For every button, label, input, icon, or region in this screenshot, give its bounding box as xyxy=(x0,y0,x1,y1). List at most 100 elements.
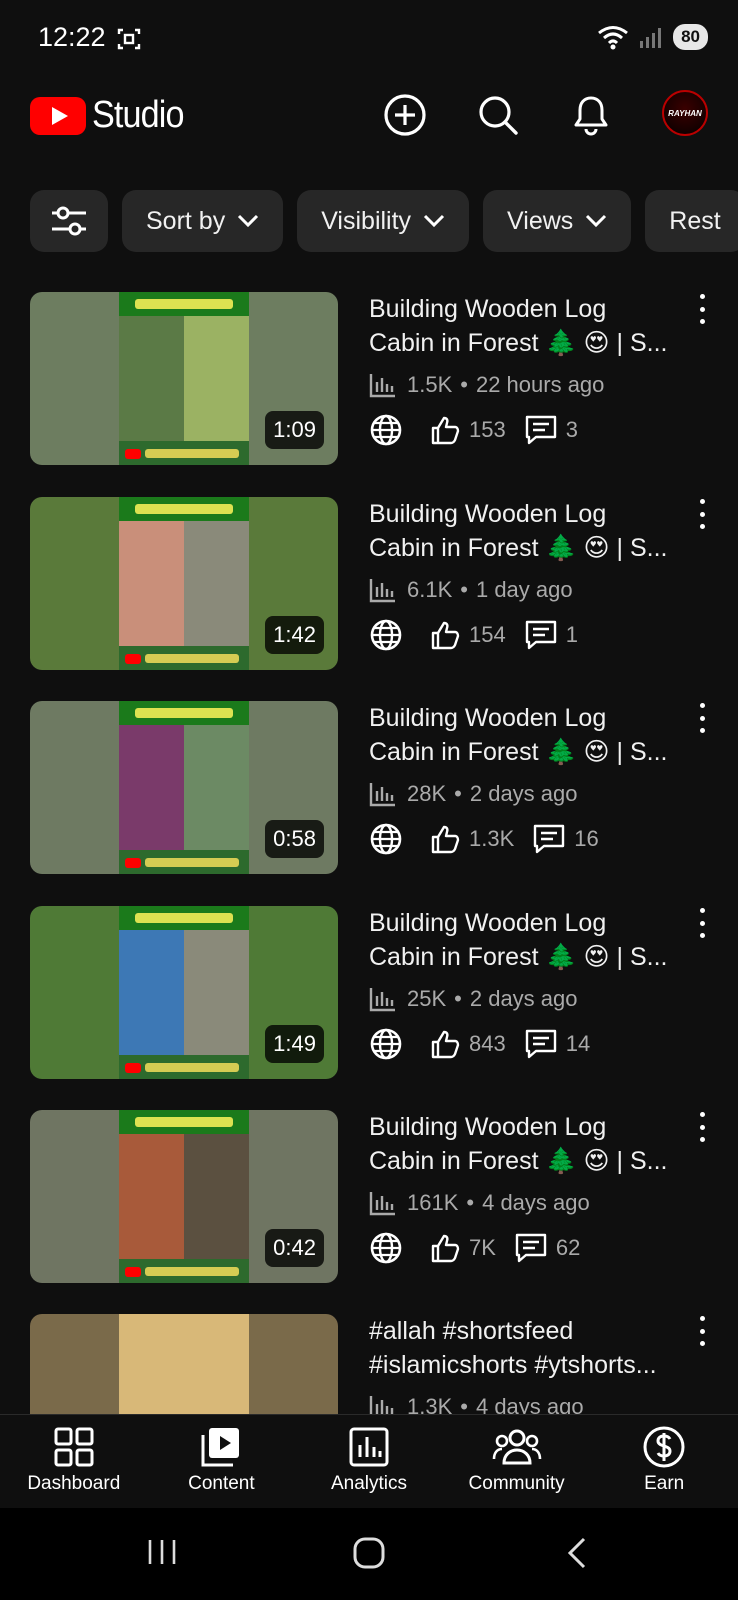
status-icons: 80 xyxy=(597,24,708,50)
comment-icon xyxy=(525,620,556,650)
chip-label: Rest xyxy=(669,206,721,235)
home-icon[interactable] xyxy=(352,1536,386,1570)
dashboard-icon xyxy=(54,1427,94,1467)
view-count: 1.5K xyxy=(407,372,453,397)
more-options-button[interactable] xyxy=(690,1112,714,1142)
thumbs-up-icon xyxy=(431,621,460,650)
like-count: 154 xyxy=(469,622,506,647)
thumbnail-image xyxy=(119,292,249,465)
views-chip[interactable]: Views xyxy=(483,190,632,252)
nav-label: Earn xyxy=(644,1473,685,1494)
video-list-item[interactable]: 0:42 Building Wooden Log Cabin in Forest… xyxy=(0,1110,738,1286)
view-count: 161K xyxy=(407,1190,459,1215)
video-list-item[interactable]: 0:58 Building Wooden Log Cabin in Forest… xyxy=(0,701,738,877)
more-options-button[interactable] xyxy=(690,499,714,529)
video-title[interactable]: Building Wooden Log Cabin in Forest 🌲 😍 … xyxy=(369,701,689,769)
video-thumbnail[interactable] xyxy=(30,1314,338,1414)
video-meta: 7K 62 xyxy=(369,1228,689,1268)
separator-dot: • xyxy=(454,986,462,1011)
visibility-status xyxy=(369,1027,411,1061)
studio-logo[interactable]: Studio xyxy=(30,94,194,137)
more-options-button[interactable] xyxy=(690,703,714,733)
video-list-item[interactable]: 1:09 Building Wooden Log Cabin in Forest… xyxy=(0,292,738,468)
visibility-chip[interactable]: Visibility xyxy=(297,190,470,252)
filter-row: Sort by Visibility Views Rest xyxy=(30,190,738,252)
video-stats: 1.5K • 22 hours ago xyxy=(369,368,689,402)
like-count: 7K xyxy=(469,1235,496,1260)
video-title[interactable]: Building Wooden Log Cabin in Forest 🌲 😍 … xyxy=(369,1110,689,1178)
video-info: Building Wooden Log Cabin in Forest 🌲 😍 … xyxy=(369,701,689,859)
nav-earn[interactable]: Earn xyxy=(590,1415,738,1508)
like-count-group: 1.3K xyxy=(429,823,514,855)
visibility-status xyxy=(369,1231,411,1265)
video-thumbnail[interactable]: 0:58 xyxy=(30,701,338,874)
comment-count-group: 1 xyxy=(524,619,578,651)
status-bar: 12:22 80 xyxy=(0,0,738,80)
analytics-bars-icon xyxy=(369,783,395,807)
visibility-status xyxy=(369,413,411,447)
video-thumbnail[interactable]: 0:42 xyxy=(30,1110,338,1283)
duration-badge: 1:49 xyxy=(265,1025,324,1063)
like-count: 843 xyxy=(469,1031,506,1056)
video-stats: 6.1K • 1 day ago xyxy=(369,573,689,607)
view-count: 6.1K xyxy=(407,577,453,602)
nav-community[interactable]: Community xyxy=(443,1415,591,1508)
view-count: 1.3K xyxy=(407,1394,453,1414)
avatar-logo-text: RAYHAN xyxy=(668,109,702,118)
globe-icon xyxy=(370,823,402,855)
more-options-button[interactable] xyxy=(690,294,714,324)
video-title[interactable]: Building Wooden Log Cabin in Forest 🌲 😍 … xyxy=(369,292,689,360)
video-title-line1: #allah #shortsfeed xyxy=(369,1317,574,1345)
screenshot-icon xyxy=(117,28,141,50)
notifications-button[interactable] xyxy=(566,90,616,140)
video-list-item[interactable]: 1:49 Building Wooden Log Cabin in Forest… xyxy=(0,906,738,1082)
like-count: 153 xyxy=(469,417,506,442)
comment-count: 62 xyxy=(555,1235,581,1260)
comment-count: 3 xyxy=(565,417,578,442)
search-button[interactable] xyxy=(473,90,523,140)
video-thumbnail[interactable]: 1:49 xyxy=(30,906,338,1079)
video-title[interactable]: Building Wooden Log Cabin in Forest 🌲 😍 … xyxy=(369,906,689,974)
comment-icon xyxy=(515,1233,547,1263)
video-info: #allah #shortsfeed #islamicshorts #ytsho… xyxy=(369,1314,689,1414)
filter-settings-button[interactable] xyxy=(30,190,108,252)
video-info: Building Wooden Log Cabin in Forest 🌲 😍 … xyxy=(369,1110,689,1268)
nav-analytics[interactable]: Analytics xyxy=(295,1415,443,1508)
bell-icon xyxy=(574,96,608,136)
nav-content[interactable]: Content xyxy=(148,1415,296,1508)
video-title-line2: #islamicshorts #ytshorts... xyxy=(369,1351,657,1379)
thumbnail-image xyxy=(119,497,249,670)
app-header: Studio RAYHAN xyxy=(0,80,738,180)
comment-icon xyxy=(534,824,565,854)
community-icon xyxy=(492,1429,541,1465)
create-button[interactable] xyxy=(380,90,430,140)
video-title-line2: Cabin in Forest 🌲 😍 | S... xyxy=(369,1147,668,1175)
nav-dashboard[interactable]: Dashboard xyxy=(0,1415,148,1508)
back-icon[interactable] xyxy=(564,1536,590,1570)
more-options-button[interactable] xyxy=(690,1316,714,1346)
video-title-line1: Building Wooden Log xyxy=(369,295,607,323)
restrictions-chip[interactable]: Rest xyxy=(645,190,738,252)
video-list-item[interactable]: #allah #shortsfeed #islamicshorts #ytsho… xyxy=(0,1314,738,1414)
video-thumbnail[interactable]: 1:42 xyxy=(30,497,338,670)
video-info: Building Wooden Log Cabin in Forest 🌲 😍 … xyxy=(369,906,689,1064)
sort-by-chip[interactable]: Sort by xyxy=(122,190,284,252)
video-thumbnail[interactable]: 1:09 xyxy=(30,292,338,465)
logo-text: Studio xyxy=(92,94,184,136)
analytics-icon xyxy=(349,1427,389,1467)
search-icon xyxy=(479,96,518,135)
duration-badge: 1:42 xyxy=(265,616,324,654)
recent-apps-icon[interactable] xyxy=(146,1536,178,1568)
globe-icon xyxy=(370,1232,402,1264)
video-title[interactable]: #allah #shortsfeed #islamicshorts #ytsho… xyxy=(369,1314,689,1382)
video-list-item[interactable]: 1:42 Building Wooden Log Cabin in Forest… xyxy=(0,497,738,673)
chip-label: Sort by xyxy=(146,206,226,235)
video-title[interactable]: Building Wooden Log Cabin in Forest 🌲 😍 … xyxy=(369,497,689,565)
comment-count: 16 xyxy=(574,826,599,851)
view-count: 25K xyxy=(407,986,447,1011)
avatar[interactable]: RAYHAN xyxy=(662,90,708,136)
thumbs-up-icon xyxy=(431,1030,460,1059)
upload-age: 4 days ago xyxy=(475,1394,584,1414)
more-options-button[interactable] xyxy=(690,908,714,938)
bottom-navigation: Dashboard Content Analytics Community Ea… xyxy=(0,1414,738,1508)
